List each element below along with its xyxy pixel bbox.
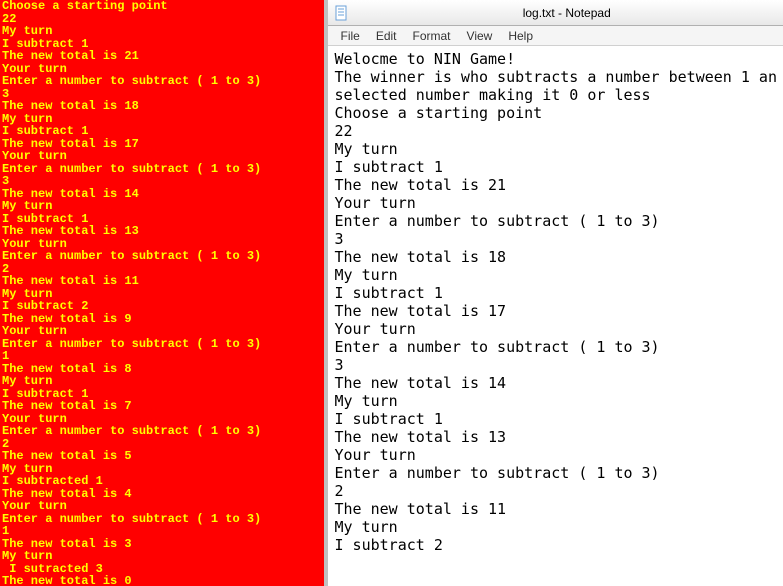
menu-edit[interactable]: Edit [368,27,405,45]
window-title: log.txt - Notepad [356,6,777,20]
notepad-text-area[interactable]: Welocme to NIN Game! The winner is who s… [328,46,783,586]
notepad-icon [334,5,350,21]
menubar: File Edit Format View Help [328,26,783,46]
menu-view[interactable]: View [459,27,501,45]
notepad-window: log.txt - Notepad File Edit Format View … [324,0,783,586]
titlebar[interactable]: log.txt - Notepad [328,0,783,26]
console-output: Choose a starting point 22 My turn I sub… [0,0,324,586]
menu-help[interactable]: Help [500,27,541,45]
menu-file[interactable]: File [332,27,367,45]
menu-format[interactable]: Format [405,27,459,45]
